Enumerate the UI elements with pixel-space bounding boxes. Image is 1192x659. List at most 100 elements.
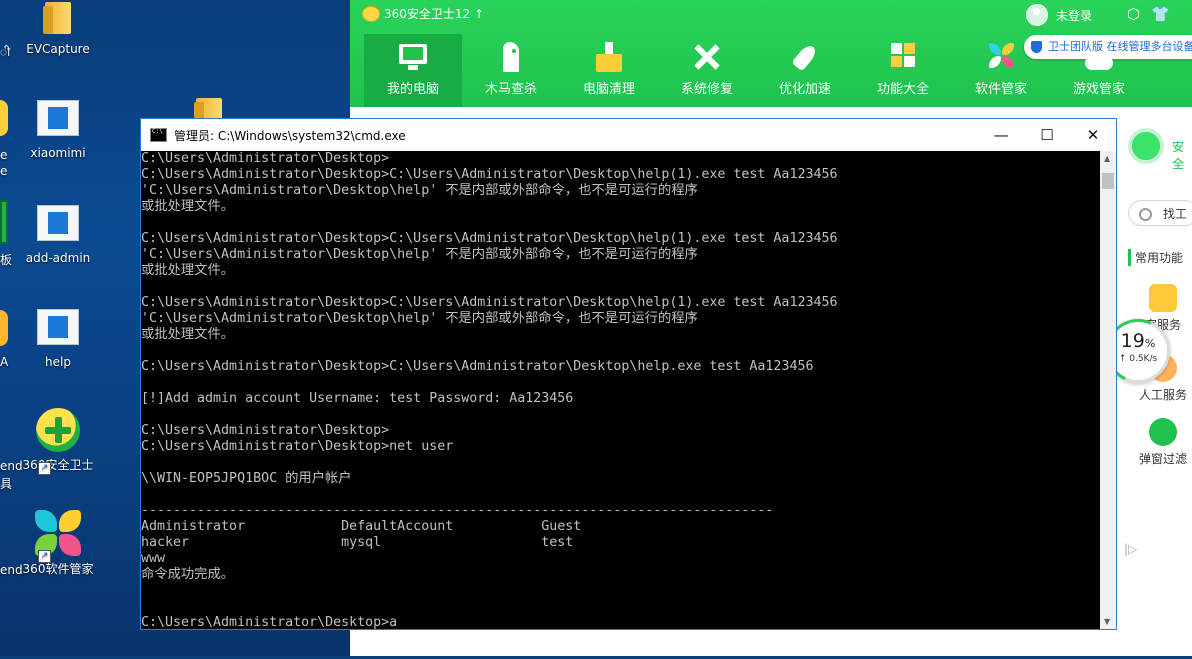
- app-title: 360安全卫士12 ↑: [362, 5, 484, 22]
- desktop-icon-evcapture[interactable]: EVCapture: [16, 0, 100, 57]
- console-line: [!]Add admin account Username: test Pass…: [141, 391, 574, 406]
- console-line: 或批处理文件。: [141, 327, 235, 342]
- nav-trojan-scan[interactable]: 木马查杀: [462, 34, 560, 107]
- desktop-icon-label: help: [45, 355, 71, 369]
- scroll-thumb[interactable]: [1102, 173, 1114, 189]
- console-line: ----------------------------------------…: [141, 503, 774, 518]
- nav-my-computer[interactable]: 我的电脑: [364, 34, 462, 107]
- console-line: \\WIN-EOP5JPQ1BOC 的用户帐户: [141, 471, 352, 486]
- console-line: 或批处理文件。: [141, 263, 235, 278]
- brush-icon: [592, 42, 626, 72]
- console-line: C:\Users\Administrator\Desktop>C:\Users\…: [141, 167, 838, 182]
- desktop-icon-label: add-admin: [25, 251, 91, 265]
- maximize-button[interactable]: ☐: [1024, 119, 1070, 151]
- app-store-icon: [984, 42, 1018, 72]
- console-line: C:\Users\Administrator\Desktop>C:\Users\…: [141, 231, 838, 246]
- console-line: C:\Users\Administrator\Desktop>C:\Users\…: [141, 295, 838, 310]
- scroll-down-icon[interactable]: ▼: [1104, 617, 1110, 626]
- main-nav: 我的电脑 木马查杀 电脑清理 系统修复 优化加速 功能大全 软件管家 游戏管家: [364, 34, 1148, 107]
- window-controls: — ☐ ✕: [978, 119, 1116, 151]
- desktop-icon-help[interactable]: help: [16, 309, 100, 370]
- cmd-title: 管理员: C:\Windows\system32\cmd.exe: [174, 128, 406, 143]
- partial-desktop-label: ी: [0, 45, 11, 59]
- grid-icon: [886, 42, 920, 72]
- document-icon: [37, 100, 79, 136]
- common-features-heading: 常用功能: [1128, 249, 1183, 266]
- partial-desktop-label: e: [0, 148, 8, 162]
- console-line: 或批处理文件。: [141, 199, 235, 214]
- nav-label: 软件管家: [974, 82, 1027, 97]
- console-line: C:\Users\Administrator\Desktop>: [141, 423, 390, 438]
- partial-desktop-label: 具: [0, 477, 13, 491]
- partial-desktop-label: A: [0, 355, 9, 369]
- desktop-icon-label: xiaomimi: [30, 146, 86, 160]
- app-header: 360安全卫士12 ↑ 未登录 ⬡ 👕 卫士团队版 在线管理多台设备 我的电脑: [350, 0, 1192, 107]
- console-line: C:\Users\Administrator\Desktop>a: [141, 615, 398, 629]
- console-line: C:\Users\Administrator\Desktop>C:\Users\…: [141, 359, 814, 374]
- monitor-icon: [396, 42, 430, 72]
- vertical-scrollbar[interactable]: ▲ ▼: [1100, 151, 1116, 629]
- shortcut-arrow-icon: ↗: [38, 550, 51, 563]
- close-button[interactable]: ✕: [1070, 119, 1116, 151]
- partial-desktop-label: 板: [0, 253, 13, 267]
- nav-software-manager[interactable]: 软件管家: [952, 34, 1050, 107]
- side-panel: 安全 找工 常用功能 家服务 人工服务 弹窗过滤 |▷: [1118, 118, 1192, 656]
- nav-optimize[interactable]: 优化加速: [756, 34, 854, 107]
- folder-icon: [43, 2, 71, 34]
- desktop-icon-label: 360安全卫士: [22, 458, 94, 472]
- partial-desktop-icon[interactable]: [0, 200, 8, 244]
- desktop-icon-360-soft[interactable]: ↗ 360软件管家: [16, 510, 100, 577]
- cmd-titlebar[interactable]: 管理员: C:\Windows\system32\cmd.exe — ☐ ✕: [141, 119, 1116, 151]
- shirt-icon[interactable]: 👕: [1151, 5, 1170, 23]
- console-line: 'C:\Users\Administrator\Desktop\help' 不是…: [141, 183, 698, 198]
- console-line: 命令成功完成。: [141, 567, 235, 582]
- skin-icon[interactable]: ⬡: [1127, 5, 1140, 23]
- desktop-icon-label: 360软件管家: [22, 562, 94, 576]
- wrench-icon: [690, 42, 724, 72]
- shortcut-arrow-icon: ↗: [38, 462, 51, 475]
- popup-filter-icon: [1149, 418, 1177, 446]
- console-line: C:\Users\Administrator\Desktop>net user: [141, 439, 454, 454]
- scroll-up-icon[interactable]: ▲: [1104, 154, 1110, 163]
- nav-label: 优化加速: [778, 82, 831, 97]
- security-status: 安全: [1172, 140, 1185, 171]
- nav-label: 我的电脑: [386, 82, 439, 97]
- avatar[interactable]: [1025, 4, 1048, 26]
- nav-all-features[interactable]: 功能大全: [854, 34, 952, 107]
- user-area[interactable]: 未登录: [1025, 4, 1092, 26]
- cmd-window[interactable]: 管理员: C:\Windows\system32\cmd.exe — ☐ ✕ C…: [140, 118, 1117, 630]
- login-status[interactable]: 未登录: [1056, 7, 1092, 24]
- side-item-popup-filter[interactable]: 弹窗过滤: [1126, 418, 1192, 467]
- nav-label: 电脑清理: [582, 82, 635, 97]
- side-item-label: 人工服务: [1138, 388, 1187, 402]
- minimize-button[interactable]: —: [978, 119, 1024, 151]
- nav-system-repair[interactable]: 系统修复: [658, 34, 756, 107]
- partial-desktop-label: e: [0, 164, 8, 178]
- nav-label: 功能大全: [876, 82, 929, 97]
- shield-plus-icon: [36, 408, 80, 452]
- horse-icon: [494, 42, 528, 72]
- desktop-icon-add-admin[interactable]: add-admin: [16, 205, 100, 266]
- console-output[interactable]: C:\Users\Administrator\Desktop> C:\Users\…: [141, 151, 1101, 629]
- 360-logo-icon: [362, 5, 380, 22]
- side-search-box[interactable]: 找工: [1128, 200, 1192, 226]
- app-title-text: 360安全卫士12 ↑: [384, 7, 485, 21]
- nav-label: 木马查杀: [484, 82, 537, 97]
- desktop-icon-xiaomimi[interactable]: xiaomimi: [16, 100, 100, 161]
- nav-game-manager[interactable]: 游戏管家: [1050, 34, 1148, 107]
- partial-desktop-icon[interactable]: [0, 100, 8, 136]
- nav-pc-cleanup[interactable]: 电脑清理: [560, 34, 658, 107]
- console-line: Administrator DefaultAccount Guest: [141, 519, 582, 534]
- collapse-icon[interactable]: |▷: [1124, 542, 1137, 556]
- document-icon: [37, 309, 79, 345]
- desktop-icon-360-safe[interactable]: ↗ 360安全卫士: [16, 408, 100, 475]
- cmd-icon: [150, 128, 167, 142]
- partial-desktop-icon[interactable]: [0, 310, 8, 346]
